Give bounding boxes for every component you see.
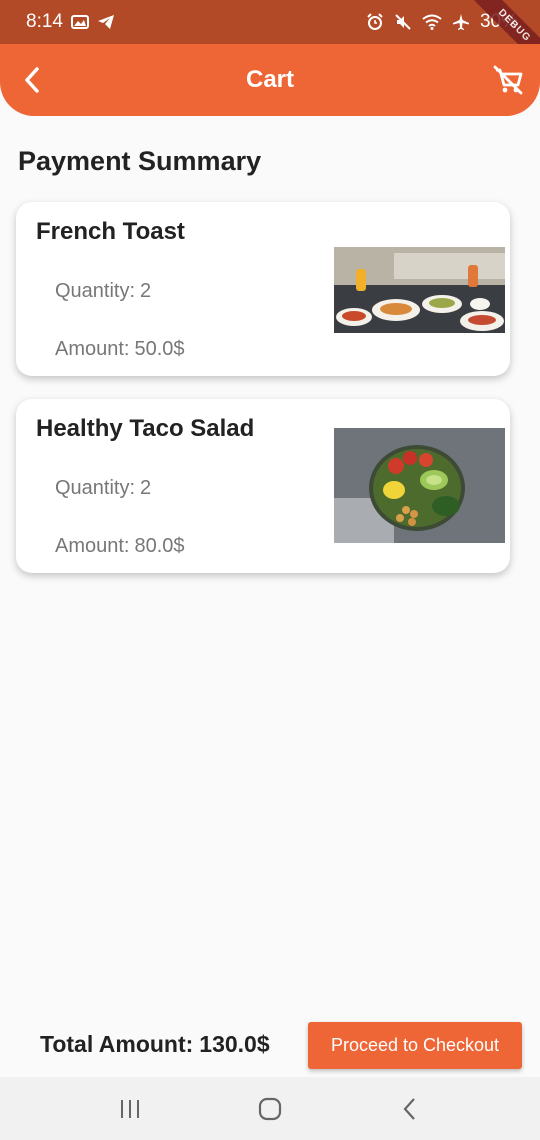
quantity-value: 2 bbox=[140, 280, 152, 302]
item-quantity: Quantity: 2 bbox=[55, 477, 151, 500]
item-name: Healthy Taco Salad bbox=[36, 415, 255, 442]
french-toast-photo bbox=[334, 247, 505, 333]
gallery-notification-icon bbox=[70, 15, 89, 29]
system-back-button[interactable] bbox=[380, 1089, 440, 1129]
recent-apps-icon bbox=[121, 1099, 139, 1118]
clear-cart-button[interactable] bbox=[490, 62, 526, 98]
item-amount: Amount: 80.0$ bbox=[55, 535, 185, 558]
total-label: Total Amount: bbox=[40, 1031, 194, 1057]
proceed-to-checkout-button[interactable]: Proceed to Checkout bbox=[308, 1022, 522, 1069]
app-bar: Cart bbox=[0, 44, 540, 116]
airplane-icon bbox=[452, 13, 470, 31]
item-name: French Toast bbox=[36, 218, 185, 245]
amount-value: 50.0$ bbox=[134, 338, 185, 360]
quantity-label: Quantity: bbox=[55, 280, 136, 302]
cart-item-card: French Toast Quantity: 2 Amount: 50.0$ bbox=[16, 202, 510, 376]
amount-label: Amount: bbox=[55, 338, 130, 360]
amount-label: Amount: bbox=[55, 535, 130, 557]
recent-apps-button[interactable] bbox=[100, 1089, 160, 1129]
home-icon bbox=[258, 1097, 282, 1120]
status-time: 8:14 bbox=[26, 11, 63, 32]
cart-item-card: Healthy Taco Salad Quantity: 2 Amount: 80.… bbox=[16, 399, 510, 573]
page-title: Cart bbox=[245, 66, 294, 93]
remove-shopping-cart-icon bbox=[493, 65, 523, 95]
alarm-icon bbox=[366, 13, 384, 31]
home-button[interactable] bbox=[240, 1089, 300, 1129]
back-arrow-icon bbox=[403, 1097, 415, 1120]
status-left: 8:14 bbox=[26, 11, 115, 33]
wifi-icon bbox=[422, 14, 442, 30]
mute-icon bbox=[394, 13, 412, 31]
quantity-value: 2 bbox=[140, 477, 152, 499]
taco-salad-photo bbox=[334, 428, 505, 543]
item-quantity: Quantity: 2 bbox=[55, 280, 151, 303]
payment-summary-title: Payment Summary bbox=[18, 146, 262, 176]
item-amount: Amount: 50.0$ bbox=[55, 338, 185, 361]
quantity-label: Quantity: bbox=[55, 477, 136, 499]
back-button[interactable] bbox=[14, 62, 50, 98]
telegram-icon bbox=[97, 14, 115, 30]
amount-value: 80.0$ bbox=[134, 535, 185, 557]
chevron-left-icon bbox=[25, 67, 39, 93]
total-value: 130.0$ bbox=[199, 1031, 270, 1057]
system-nav-bar bbox=[0, 1077, 540, 1140]
total-amount: Total Amount: 130.0$ bbox=[40, 1031, 270, 1058]
status-bar: 8:14 30% DEBUG bbox=[0, 0, 540, 76]
